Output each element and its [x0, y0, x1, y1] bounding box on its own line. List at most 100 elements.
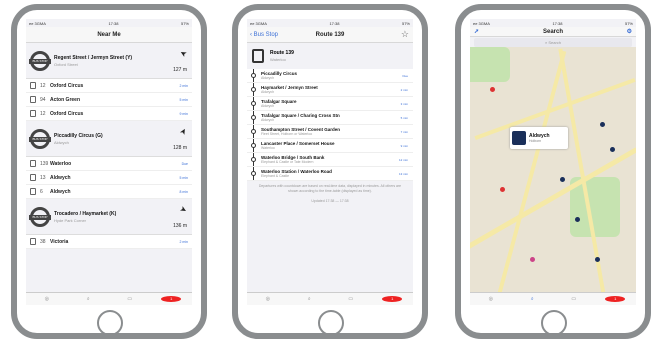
home-button[interactable]	[97, 310, 123, 336]
route-stop-row[interactable]: Waterloo Station / Waterloo Road Elephant…	[247, 167, 413, 181]
status-bar: ee 3GMA 17:38 57%	[26, 19, 192, 27]
roundel-label: BUS STOP	[29, 214, 51, 220]
departure-row[interactable]: 12 Oxford Circus 2 min	[26, 79, 192, 93]
bus-icon	[30, 188, 36, 195]
bus-stop-pin-icon[interactable]	[560, 177, 565, 182]
home-button[interactable]	[541, 310, 567, 336]
battery: 57%	[180, 20, 189, 26]
bus-icon	[252, 49, 264, 63]
home-button[interactable]	[318, 310, 344, 336]
stop-header[interactable]: BUS STOP Regent Street / Jermyn Street (…	[26, 43, 192, 79]
stop-distance: 136 m	[173, 223, 187, 229]
route-stop-list: Piccadilly Circus Aldwych Due Haymarket / J…	[247, 69, 413, 181]
route-name: Route 139	[270, 50, 294, 56]
settings-icon[interactable]: ⚙	[627, 28, 632, 35]
stop-direction: Aldwych	[261, 76, 275, 80]
stop-direction: Aldwych	[261, 118, 275, 122]
stop-direction: Waterloo	[261, 146, 275, 150]
route-stop-row[interactable]: Southampton Street / Covent Garden Fleet …	[247, 125, 413, 139]
stop-direction: Aldwych	[261, 90, 275, 94]
location-arrow-icon[interactable]: ➚	[474, 28, 479, 35]
map-callout[interactable]: Aldwych Holborn	[510, 127, 568, 149]
departure-row[interactable]: 38 Victoria 2 min	[26, 235, 192, 249]
bus-stop-pin-icon[interactable]	[575, 217, 580, 222]
battery: 57%	[401, 20, 410, 26]
page-title: Route 139	[315, 31, 345, 38]
bus-stop-icon: BUS STOP	[29, 206, 51, 227]
tab-search[interactable]: ⌕	[299, 296, 319, 302]
stop-dot-icon	[251, 101, 256, 106]
tab-bar: ◎ ⌕ ▭ 1	[26, 292, 192, 305]
nav-bar: Near Me	[26, 27, 192, 43]
tab-alerts[interactable]: 1	[382, 296, 403, 302]
route-number: 13	[40, 174, 46, 181]
map-view[interactable]: Aldwych Holborn	[470, 47, 636, 292]
route-number: 6	[40, 188, 43, 195]
stop-header[interactable]: BUS STOP Trocadero / Haymarket (K) Hyde P…	[26, 199, 192, 235]
carrier: ee 3GMA	[473, 20, 490, 26]
tab-routes[interactable]: ▭	[120, 296, 140, 302]
departure-row[interactable]: 13 Aldwych 5 min	[26, 171, 192, 185]
route-stop-row[interactable]: Piccadilly Circus Aldwych Due	[247, 69, 413, 83]
map-pin-icon[interactable]	[490, 87, 495, 92]
route-stop-row[interactable]: Trafalgar Square Aldwych 3 min	[247, 97, 413, 111]
updated-label: Updated 17:38 — 17:38	[311, 199, 349, 203]
near-me-screen: ee 3GMA 17:38 57% Near Me BUS STOP Regent …	[26, 19, 192, 305]
bus-stop-icon	[512, 131, 526, 145]
search-input[interactable]: ⌕ Search	[474, 38, 632, 47]
tab-routes[interactable]: ▭	[341, 296, 361, 302]
tab-near-me[interactable]: ◎	[481, 296, 501, 302]
tab-bar: ◎ ⌕ ▭ 1	[470, 292, 636, 305]
departure-row[interactable]: 94 Acton Green 5 min	[26, 93, 192, 107]
route-stop-row[interactable]: Waterloo Bridge / South Bank Elephant & C…	[247, 153, 413, 167]
bus-stop-pin-icon[interactable]	[600, 122, 605, 127]
tab-search[interactable]: ⌕	[78, 296, 98, 302]
tab-alerts[interactable]: 1	[161, 296, 182, 302]
carrier: ee 3GMA	[29, 20, 46, 26]
stop-direction: Hyde Park Corner	[54, 217, 87, 223]
eta: Due	[402, 74, 408, 78]
bus-stop-pin-icon[interactable]	[610, 147, 615, 152]
map-pin-icon[interactable]	[500, 187, 505, 192]
favorite-star-icon[interactable]: ☆	[401, 29, 409, 40]
destination: Aldwych	[50, 174, 71, 181]
tab-alerts[interactable]: 1	[605, 296, 626, 302]
back-button[interactable]: ‹ Bus Stop	[250, 32, 278, 38]
tab-near-me[interactable]: ◎	[37, 296, 57, 302]
tab-routes[interactable]: ▭	[564, 296, 584, 302]
road	[497, 50, 567, 292]
stop-direction: Aldwych	[54, 139, 69, 145]
park-area	[470, 47, 510, 82]
route-number: 12	[40, 82, 46, 89]
route-stop-row[interactable]: Haymarket / Jermyn Street Aldwych 2 min	[247, 83, 413, 97]
eta: 9 min	[400, 144, 408, 148]
clock: 17:38	[552, 20, 563, 26]
departure-row[interactable]: 6 Aldwych 8 min	[26, 185, 192, 199]
bus-stop-pin-icon[interactable]	[595, 257, 600, 262]
nav-bar: ➚ Search ⚙	[470, 27, 636, 37]
callout-subtitle: Holborn	[529, 139, 542, 143]
clock: 17:38	[108, 20, 119, 26]
phone-near-me: ee 3GMA 17:38 57% Near Me BUS STOP Regent …	[11, 4, 207, 339]
stop-distance: 128 m	[173, 145, 187, 151]
departure-row[interactable]: 12 Oxford Circus 9 min	[26, 107, 192, 121]
bus-icon	[30, 238, 36, 245]
bus-icon	[30, 82, 36, 89]
tab-search[interactable]: ⌕	[522, 296, 542, 302]
search-screen: ee 3GMA 17:38 57% ➚ Search ⚙ ⌕ Search Aldw…	[470, 19, 636, 305]
destination: Waterloo	[50, 160, 72, 167]
tab-near-me[interactable]: ◎	[258, 296, 278, 302]
route-stop-row[interactable]: Lancaster Place / Somerset House Waterloo…	[247, 139, 413, 153]
route-destination: Waterloo	[270, 57, 286, 62]
stop-direction: Elephant & Castle or Tate Modern	[261, 160, 314, 164]
route-number: 38	[40, 238, 46, 245]
destination: Oxford Circus	[50, 110, 84, 117]
route-header: Route 139 Waterloo	[247, 43, 413, 69]
route-stop-row[interactable]: Trafalgar Square / Charing Cross Stn Aldw…	[247, 111, 413, 125]
map-pin-icon[interactable]	[530, 257, 535, 262]
stop-header[interactable]: BUS STOP Piccadilly Circus (G) Aldwych ➤ …	[26, 121, 192, 157]
departure-row[interactable]: 139 Waterloo Due	[26, 157, 192, 171]
stop-dot-icon	[251, 171, 256, 176]
search-placeholder: Search	[548, 40, 562, 45]
bus-icon	[30, 174, 36, 181]
